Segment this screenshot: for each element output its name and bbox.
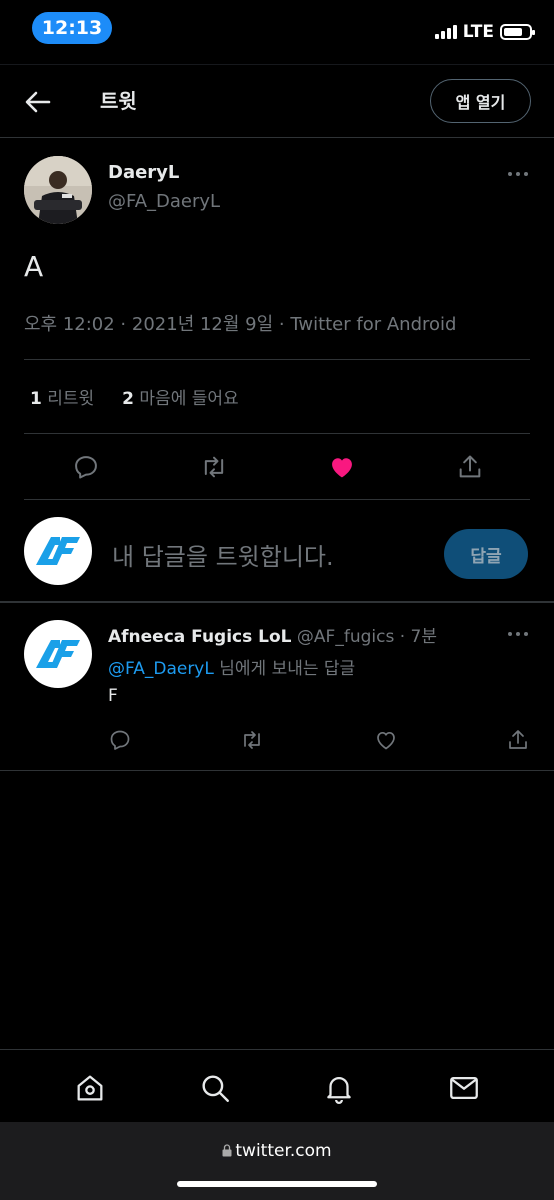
retweet-icon[interactable] bbox=[199, 453, 229, 481]
bottom-nav bbox=[0, 1066, 554, 1110]
divider bbox=[0, 64, 554, 65]
reply-author-name[interactable]: Afneeca Fugics LoL bbox=[108, 627, 292, 647]
author-avatar[interactable] bbox=[24, 156, 92, 224]
reply-button[interactable]: 답글 bbox=[444, 529, 528, 579]
author-handle[interactable]: @FA_DaeryL bbox=[108, 191, 220, 212]
reply-icon[interactable] bbox=[108, 728, 132, 752]
share-icon[interactable] bbox=[456, 453, 484, 481]
retweet-icon[interactable] bbox=[239, 728, 265, 752]
divider bbox=[24, 433, 530, 434]
reply-icon[interactable] bbox=[72, 453, 100, 481]
replying-to-suffix: 님에게 보내는 답글 bbox=[213, 659, 356, 679]
reply-time: · 7분 bbox=[399, 627, 437, 647]
author-name[interactable]: DaeryL bbox=[108, 162, 179, 183]
header-divider bbox=[0, 137, 554, 138]
messages-icon[interactable] bbox=[447, 1071, 481, 1105]
like-icon[interactable] bbox=[373, 728, 399, 752]
share-icon[interactable] bbox=[506, 728, 530, 752]
retweet-stat[interactable]: 1 리트윗 bbox=[30, 384, 94, 409]
like-stat[interactable]: 2 마음에 들어요 bbox=[122, 384, 239, 409]
tweet-actions bbox=[24, 448, 530, 486]
search-icon[interactable] bbox=[198, 1071, 232, 1105]
battery-icon bbox=[500, 24, 535, 40]
status-time: 12:13 bbox=[32, 12, 112, 44]
reply-more-options-icon[interactable] bbox=[506, 622, 530, 646]
status-indicators: LTE bbox=[434, 22, 535, 42]
reply-author-avatar[interactable] bbox=[24, 620, 92, 688]
reply-header: Afneeca Fugics LoL @AF_fugics · 7분 bbox=[108, 622, 437, 647]
notifications-icon[interactable] bbox=[322, 1071, 356, 1105]
home-icon[interactable] bbox=[73, 1071, 107, 1105]
more-options-icon[interactable] bbox=[506, 162, 530, 186]
reply-text: F bbox=[108, 686, 118, 706]
replying-to: @FA_DaeryL 님에게 보내는 답글 bbox=[108, 654, 355, 679]
reply-author-handle[interactable]: @AF_fugics bbox=[297, 627, 394, 647]
divider bbox=[0, 770, 554, 771]
back-arrow-icon[interactable] bbox=[22, 86, 54, 118]
url-text: twitter.com bbox=[235, 1141, 332, 1161]
tweet-stats: 1 리트윗 2 마음에 들어요 bbox=[30, 384, 239, 409]
like-icon-filled[interactable] bbox=[327, 453, 357, 481]
lock-icon bbox=[222, 1142, 232, 1162]
section-divider bbox=[0, 601, 554, 603]
divider bbox=[24, 499, 530, 500]
home-indicator[interactable] bbox=[177, 1181, 377, 1187]
open-app-button[interactable]: 앱 열기 bbox=[430, 79, 531, 123]
tweet-text: A bbox=[24, 250, 44, 283]
reply-actions bbox=[108, 727, 530, 753]
signal-icon bbox=[434, 25, 457, 39]
bottom-nav-divider bbox=[0, 1049, 554, 1050]
tweet-timestamp[interactable]: 오후 12:02 · 2021년 12월 9일 · Twitter for An… bbox=[24, 310, 456, 336]
current-user-avatar bbox=[24, 517, 92, 585]
divider bbox=[24, 359, 530, 360]
page-title: 트윗 bbox=[100, 89, 137, 113]
reply-input[interactable]: 내 답글을 트윗합니다. bbox=[112, 537, 334, 572]
reply-mention-link[interactable]: @FA_DaeryL bbox=[108, 659, 214, 679]
network-label: LTE bbox=[462, 22, 494, 42]
url-field[interactable]: twitter.com bbox=[0, 1141, 554, 1162]
